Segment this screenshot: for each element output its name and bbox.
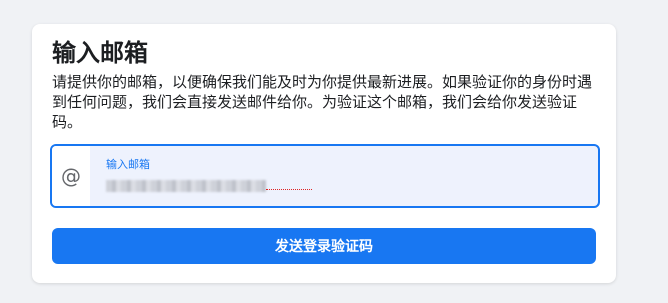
email-field-label: 输入邮箱 — [106, 158, 150, 171]
email-value-redacted[interactable] — [106, 180, 266, 192]
description-text: 请提供你的邮箱，以便确保我们能及时为你提供最新进展。如果验证你的身份时遇到任何问… — [52, 73, 593, 131]
email-field[interactable]: @ 输入邮箱 — [50, 144, 600, 208]
spellcheck-underline — [266, 184, 312, 190]
email-card: 输入邮箱 请提供你的邮箱，以便确保我们能及时为你提供最新进展。如果验证你的身份时… — [32, 24, 616, 283]
send-code-button[interactable]: 发送登录验证码 — [52, 228, 596, 264]
at-sign-icon: @ — [52, 146, 90, 206]
page-title: 输入邮箱 — [52, 39, 148, 67]
